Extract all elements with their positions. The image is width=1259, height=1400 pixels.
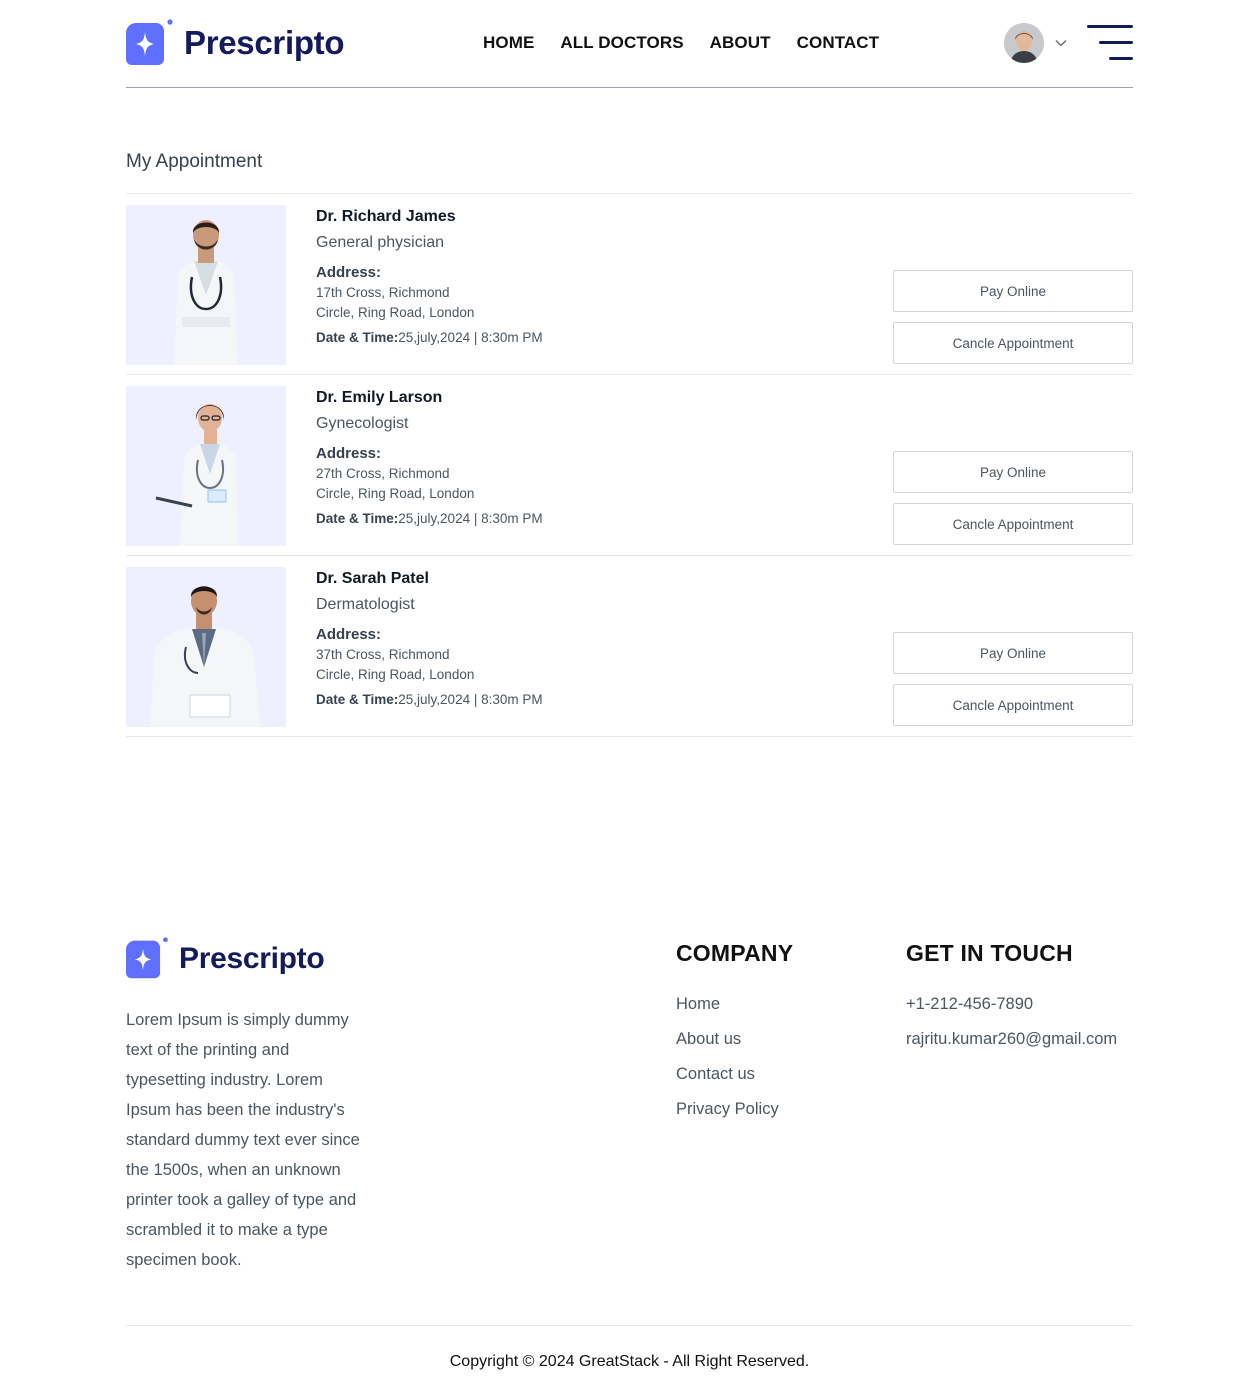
appointment-item: Dr. Sarah Patel Dermatologist Address: 3…	[126, 556, 1133, 737]
footer-link-privacy[interactable]: Privacy Policy	[676, 1100, 793, 1135]
datetime-value: 25,july,2024 | 8:30m PM	[398, 692, 543, 707]
appointment-datetime: Date & Time:25,july,2024 | 8:30m PM	[316, 511, 543, 526]
address-line-1: 37th Cross, Richmond	[316, 647, 450, 662]
user-avatar[interactable]	[1004, 23, 1044, 63]
appointment-list: Dr. Richard James General physician Addr…	[126, 193, 1133, 737]
datetime-label: Date & Time:	[316, 511, 399, 526]
footer-brand-name: Prescripto	[179, 941, 325, 975]
doctor-name: Dr. Sarah Patel	[316, 570, 429, 587]
appointment-datetime: Date & Time:25,july,2024 | 8:30m PM	[316, 692, 543, 707]
prescripto-logo-icon	[126, 19, 174, 67]
nav-home[interactable]: HOME	[483, 33, 534, 53]
cancel-appointment-button[interactable]: Cancle Appointment	[893, 322, 1133, 364]
doctor-speciality: General physician	[316, 234, 445, 251]
prescripto-logo-icon	[126, 937, 169, 980]
doctor-info: Dr. Emily Larson Gynecologist Address: 2…	[316, 389, 543, 526]
address-line-1: 27th Cross, Richmond	[316, 466, 450, 481]
appointment-item: Dr. Richard James General physician Addr…	[126, 194, 1133, 375]
address-label: Address:	[316, 445, 382, 462]
main-nav: HOME ALL DOCTORS ABOUT CONTACT	[483, 33, 879, 53]
footer-phone: +1-212-456-7890	[906, 995, 1034, 1013]
doctor-speciality: Gynecologist	[316, 415, 409, 432]
datetime-value: 25,july,2024 | 8:30m PM	[398, 511, 543, 526]
address-line-2: Circle, Ring Road, London	[316, 305, 475, 320]
nav-contact[interactable]: CONTACT	[797, 33, 880, 53]
footer-brand: Prescripto	[126, 937, 325, 980]
footer-company: COMPANY Home About us Contact us Privacy…	[676, 940, 793, 1135]
brand-logo-link[interactable]: Prescripto	[126, 19, 345, 67]
footer-divider	[126, 1325, 1133, 1326]
footer-link-about[interactable]: About us	[676, 1030, 793, 1065]
chevron-down-icon[interactable]	[1054, 36, 1068, 50]
doctor-photo	[126, 386, 286, 546]
address-line-2: Circle, Ring Road, London	[316, 486, 475, 501]
doctor-photo	[126, 205, 286, 365]
pay-online-button[interactable]: Pay Online	[893, 451, 1133, 493]
footer-link-home[interactable]: Home	[676, 995, 793, 1030]
appointment-datetime: Date & Time:25,july,2024 | 8:30m PM	[316, 330, 543, 345]
nav-about[interactable]: ABOUT	[710, 33, 771, 53]
cancel-appointment-button[interactable]: Cancle Appointment	[893, 684, 1133, 726]
pay-online-button[interactable]: Pay Online	[893, 270, 1133, 312]
brand-name: Prescripto	[184, 24, 345, 61]
pay-online-button[interactable]: Pay Online	[893, 632, 1133, 674]
doctor-photo	[126, 567, 286, 727]
address-label: Address:	[316, 264, 382, 281]
doctor-name: Dr. Emily Larson	[316, 389, 443, 406]
datetime-label: Date & Time:	[316, 692, 399, 707]
contact-heading: GET IN TOUCH	[906, 940, 1073, 966]
address-line-2: Circle, Ring Road, London	[316, 667, 475, 682]
page-title: My Appointment	[126, 151, 263, 172]
hamburger-menu-icon[interactable]	[1087, 24, 1133, 62]
nav-all-doctors[interactable]: ALL DOCTORS	[560, 33, 683, 53]
profile-menu-toggle[interactable]	[1004, 23, 1068, 63]
appointment-item: Dr. Emily Larson Gynecologist Address: 2…	[126, 375, 1133, 556]
footer-email: rajritu.kumar260@gmail.com	[906, 1030, 1118, 1048]
site-header: Prescripto HOME ALL DOCTORS ABOUT CONTAC…	[126, 0, 1133, 88]
doctor-info: Dr. Sarah Patel Dermatologist Address: 3…	[316, 570, 543, 707]
datetime-label: Date & Time:	[316, 330, 399, 345]
doctor-info: Dr. Richard James General physician Addr…	[316, 208, 543, 345]
footer-contact: GET IN TOUCH +1-212-456-7890 rajritu.kum…	[906, 940, 1117, 1065]
cancel-appointment-button[interactable]: Cancle Appointment	[893, 503, 1133, 545]
datetime-value: 25,july,2024 | 8:30m PM	[398, 330, 543, 345]
doctor-name: Dr. Richard James	[316, 208, 456, 225]
doctor-speciality: Dermatologist	[316, 596, 415, 613]
copyright-text: Copyright © 2024 GreatStack - All Right …	[449, 1353, 810, 1370]
address-line-1: 17th Cross, Richmond	[316, 285, 450, 300]
company-heading: COMPANY	[676, 940, 794, 966]
footer-link-contact[interactable]: Contact us	[676, 1065, 793, 1100]
address-label: Address:	[316, 626, 382, 643]
footer-description: Lorem Ipsum is simply dummy text of the …	[126, 1011, 360, 1269]
